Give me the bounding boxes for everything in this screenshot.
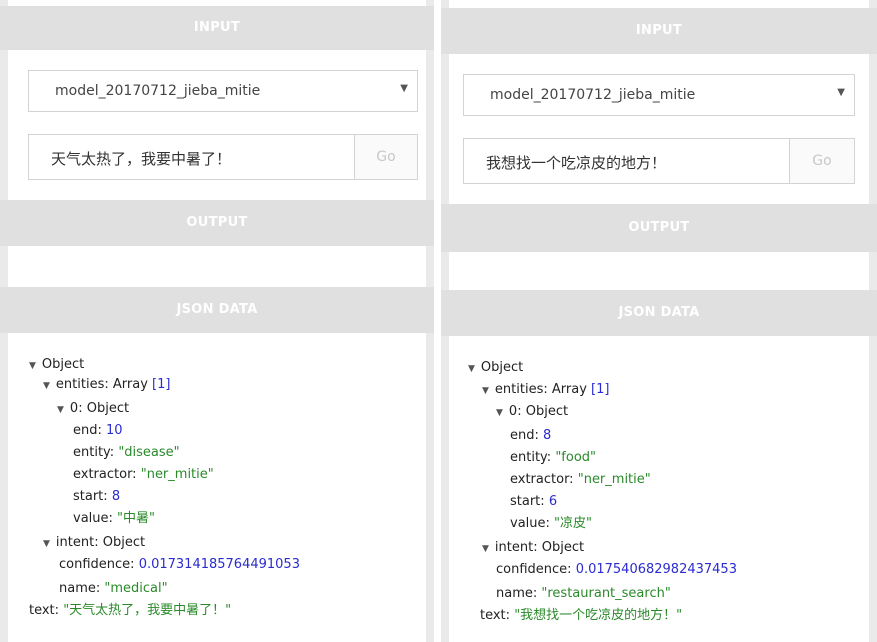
chevron-down-icon: ▼ [837, 87, 845, 98]
model-select-value: model_20170712_jieba_mitie [55, 83, 261, 99]
tree-value: value: "凉皮" [510, 516, 592, 531]
tree-confidence: confidence: 0.017540682982437453 [496, 562, 737, 577]
query-input-value: 我想找一个吃凉皮的地方！ [486, 154, 667, 172]
json-data-header: JSON DATA [441, 290, 877, 336]
output-header: OUTPUT [0, 200, 434, 246]
tree-intent[interactable]: ▼ intent: Object [482, 538, 584, 559]
output-header: OUTPUT [441, 204, 877, 252]
model-select[interactable]: model_20170712_jieba_mitie ▼ [463, 74, 855, 116]
query-input-value: 天气太热了，我要中暑了！ [51, 150, 232, 168]
tree-extractor: extractor: "ner_mitie" [73, 467, 214, 482]
input-header: INPUT [0, 6, 434, 50]
tree-entity-0[interactable]: ▼ 0: Object [57, 399, 129, 420]
tree-start: start: 8 [73, 489, 121, 504]
json-tree: ▼ Object ▼ entities: Array [1] ▼ 0: Object … [29, 355, 429, 625]
tree-start: start: 6 [510, 494, 558, 509]
query-input[interactable]: 我想找一个吃凉皮的地方！ [463, 138, 790, 184]
right-panel: INPUT model_20170712_jieba_mitie ▼ 我想找一个… [441, 0, 877, 642]
go-button[interactable]: Go [789, 138, 855, 184]
expand-toggle-icon[interactable]: ▼ [468, 364, 475, 374]
expand-toggle-icon[interactable]: ▼ [482, 386, 489, 396]
panel-divider [434, 0, 441, 642]
json-tree: ▼ Object ▼ entities: Array [1] ▼ 0: Object … [468, 358, 868, 628]
model-select-value: model_20170712_jieba_mitie [490, 87, 696, 103]
expand-toggle-icon[interactable]: ▼ [43, 539, 50, 549]
tree-entity: entity: "disease" [73, 445, 180, 460]
tree-extractor: extractor: "ner_mitie" [510, 472, 651, 487]
left-panel: INPUT model_20170712_jieba_mitie ▼ 天气太热了… [0, 0, 434, 642]
tree-text: text: "天气太热了，我要中暑了！" [29, 603, 232, 618]
tree-text: text: "我想找一个吃凉皮的地方！" [480, 608, 683, 623]
tree-confidence: confidence: 0.017314185764491053 [59, 557, 300, 572]
go-button[interactable]: Go [354, 134, 418, 180]
expand-toggle-icon[interactable]: ▼ [29, 361, 36, 371]
tree-root[interactable]: ▼ Object [29, 355, 84, 376]
input-header: INPUT [441, 8, 877, 54]
chevron-down-icon: ▼ [400, 83, 408, 94]
tree-entity: entity: "food" [510, 450, 597, 465]
tree-value: value: "中暑" [73, 511, 155, 526]
expand-toggle-icon[interactable]: ▼ [482, 544, 489, 554]
expand-toggle-icon[interactable]: ▼ [43, 381, 50, 391]
tree-entity-0[interactable]: ▼ 0: Object [496, 402, 568, 423]
tree-name: name: "medical" [59, 581, 168, 596]
json-data-header: JSON DATA [0, 287, 434, 333]
tree-intent[interactable]: ▼ intent: Object [43, 533, 145, 554]
tree-entities[interactable]: ▼ entities: Array [1] [482, 380, 609, 401]
expand-toggle-icon[interactable]: ▼ [496, 408, 503, 418]
tree-name: name: "restaurant_search" [496, 586, 671, 601]
tree-entities[interactable]: ▼ entities: Array [1] [43, 375, 170, 396]
tree-end: end: 8 [510, 428, 552, 443]
query-input[interactable]: 天气太热了，我要中暑了！ [28, 134, 355, 180]
model-select[interactable]: model_20170712_jieba_mitie ▼ [28, 70, 418, 112]
expand-toggle-icon[interactable]: ▼ [57, 405, 64, 415]
tree-root[interactable]: ▼ Object [468, 358, 523, 379]
tree-end: end: 10 [73, 423, 123, 438]
